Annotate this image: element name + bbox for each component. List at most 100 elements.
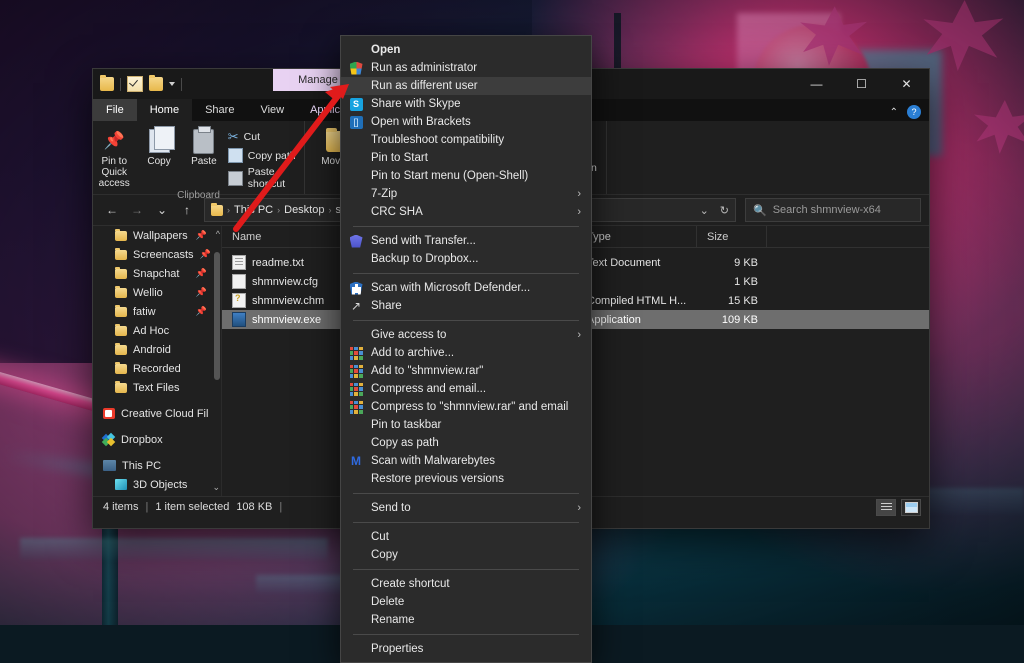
menu-item-restore-previous-versions[interactable]: Restore previous versions [341,470,591,488]
new-folder-icon[interactable] [127,76,143,92]
sidebar-item-dropbox[interactable]: Dropbox [93,430,221,449]
nav-pane-scrollbar[interactable] [214,252,220,380]
menu-item-send-with-transfer[interactable]: Send with Transfer... [341,232,591,250]
menu-item-compress-to-shmnview-rar-and-email[interactable]: Compress to "shmnview.rar" and email [341,398,591,416]
menu-item-7-zip[interactable]: 7-Zip› [341,185,591,203]
menu-item-properties[interactable]: Properties [341,640,591,658]
collapse-ribbon-chevron-up-icon[interactable]: ⌃ [890,107,898,118]
menu-item-delete[interactable]: Delete [341,593,591,611]
large-icons-view-button[interactable] [901,499,921,516]
cut-button[interactable]: ✂ Cut [228,129,304,145]
quick-access-toolbar [93,69,182,99]
sidebar-item-snapchat[interactable]: Snapchat📌 [93,264,221,283]
paste-button[interactable]: Paste [183,125,225,167]
back-button[interactable]: ← [101,199,123,221]
sidebar-item-screencasts[interactable]: Screencasts📌 [93,245,221,264]
refresh-icon[interactable]: ↻ [720,204,729,217]
defender-icon [341,282,371,295]
maximize-button[interactable]: ☐ [839,69,884,99]
minimize-button[interactable]: — [794,69,839,99]
menu-item-open-with-brackets[interactable]: []Open with Brackets [341,113,591,131]
sidebar-item-text-files[interactable]: Text Files [93,378,221,397]
menu-item-label: Pin to taskbar [371,419,583,431]
breadcrumb-item-this-pc[interactable]: This PC [234,204,273,216]
details-view-button[interactable] [876,499,896,516]
up-button[interactable]: ↑ [176,199,198,221]
menu-item-add-to-archive[interactable]: Add to archive... [341,344,591,362]
nav-scroll-down-icon[interactable]: ⌄ [212,482,220,493]
menu-item-compress-and-email[interactable]: Compress and email... [341,380,591,398]
menu-item-scan-with-malwarebytes[interactable]: MScan with Malwarebytes [341,452,591,470]
copy-path-label: Copy path [248,150,296,162]
properties-icon[interactable] [100,77,114,91]
copy-path-button[interactable]: Copy path [228,148,304,163]
folder-icon [115,288,127,298]
qat-divider-2 [181,78,182,91]
menu-item-run-as-different-user[interactable]: Run as different user [341,77,591,95]
menu-item-copy-as-path[interactable]: Copy as path [341,434,591,452]
copy-label: Copy [147,156,170,167]
menu-item-send-to[interactable]: Send to› [341,499,591,517]
tab-file[interactable]: File [93,99,137,121]
pin-to-quick-access-button[interactable]: 📌 Pin to Quick access [93,125,135,190]
sidebar-item-3d-objects[interactable]: 3D Objects [93,475,221,494]
sidebar-item-label: Screencasts [133,249,194,261]
sidebar-item-creative-cloud-files[interactable]: Creative Cloud Fil [93,404,221,423]
sidebar-item-wellio[interactable]: Wellio📌 [93,283,221,302]
menu-item-open[interactable]: Open [341,41,591,59]
copy-button[interactable]: Copy [138,125,180,167]
recent-locations-button[interactable]: ⌄ [151,199,173,221]
menu-item-scan-with-microsoft-defender[interactable]: Scan with Microsoft Defender... [341,279,591,297]
address-dropdown-chevron-down-icon[interactable]: ⌄ [700,204,709,217]
menu-item-add-to-shmnview-rar[interactable]: Add to "shmnview.rar" [341,362,591,380]
menu-item-label: Share [371,300,583,312]
menu-item-label: Open [371,44,583,56]
close-button[interactable]: ✕ [884,69,929,99]
sidebar-item-fatiw[interactable]: fatiw📌 [93,302,221,321]
menu-item-run-as-administrator[interactable]: Run as administrator [341,59,591,77]
search-input[interactable]: 🔍 Search shmnview-x64 [745,198,921,222]
tab-home[interactable]: Home [137,99,192,121]
menu-item-pin-to-taskbar[interactable]: Pin to taskbar [341,416,591,434]
menu-item-crc-sha[interactable]: CRC SHA› [341,203,591,221]
breadcrumb-item-desktop[interactable]: Desktop [284,204,324,216]
menu-item-backup-to-dropbox[interactable]: Backup to Dropbox... [341,250,591,268]
paste-shortcut-button[interactable]: Paste shortcut [228,166,304,190]
menu-item-label: Scan with Malwarebytes [371,455,583,467]
folder-icon [115,345,127,355]
sidebar-item-android[interactable]: Android [93,340,221,359]
file-size: 1 KB [734,276,758,288]
forward-button[interactable]: → [126,199,148,221]
menu-item-share-with-skype[interactable]: SShare with Skype [341,95,591,113]
menu-item-give-access-to[interactable]: Give access to› [341,326,591,344]
sidebar-item-wallpapers[interactable]: Wallpapers📌 [93,226,221,245]
nav-scroll-up-icon[interactable]: ^ [216,229,220,239]
help-icon[interactable]: ? [907,105,921,119]
undo-icon[interactable] [149,77,163,91]
qat-divider-1 [120,78,121,91]
menu-item-cut[interactable]: Cut [341,528,591,546]
sidebar-item-this-pc[interactable]: This PC [93,456,221,475]
ribbon-group-clipboard: 📌 Pin to Quick access Copy Paste ✂ Cut [93,121,305,194]
menu-item-pin-to-start-menu-open-shell[interactable]: Pin to Start menu (Open-Shell) [341,167,591,185]
column-header-type[interactable]: Type [577,226,697,247]
menu-item-pin-to-start[interactable]: Pin to Start [341,149,591,167]
menu-item-troubleshoot-compatibility[interactable]: Troubleshoot compatibility [341,131,591,149]
file-type: Application [587,314,641,326]
tab-view[interactable]: View [247,99,297,121]
search-placeholder: Search shmnview-x64 [773,204,881,216]
tab-share[interactable]: Share [192,99,247,121]
column-header-size[interactable]: Size [697,226,767,247]
menu-item-create-shortcut[interactable]: Create shortcut [341,575,591,593]
sidebar-item-label: Dropbox [121,434,163,446]
menu-item-share[interactable]: ↗Share [341,297,591,315]
sidebar-item-ad-hoc[interactable]: Ad Hoc [93,321,221,340]
sidebar-item-recorded[interactable]: Recorded [93,359,221,378]
menu-separator-2 [353,273,579,274]
winrar-icon [341,383,371,396]
tab-share-label: Share [205,104,234,116]
menu-item-rename[interactable]: Rename [341,611,591,629]
customize-qat-chevron-down-icon[interactable] [169,82,175,86]
menu-item-label: Give access to [371,329,577,341]
menu-item-copy[interactable]: Copy [341,546,591,564]
